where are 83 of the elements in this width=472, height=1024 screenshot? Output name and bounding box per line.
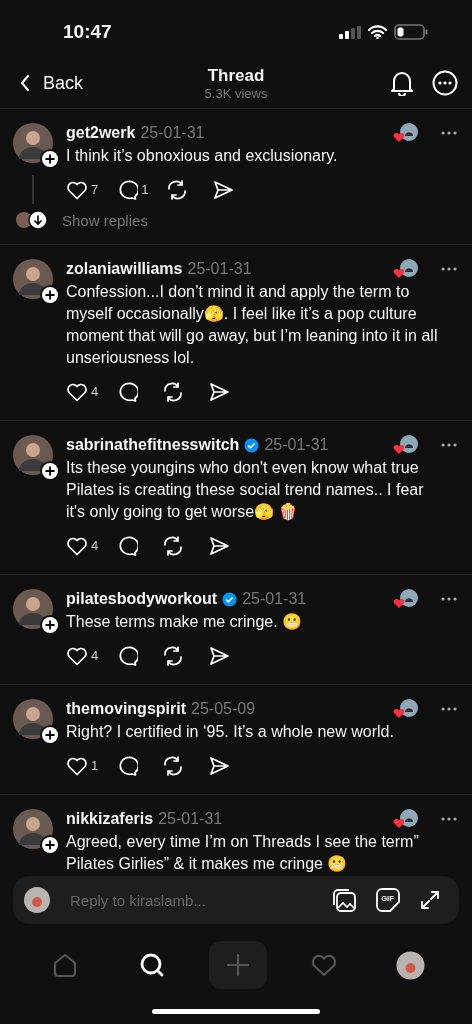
create-button[interactable] bbox=[209, 941, 267, 989]
reply-input-field[interactable]: Reply to kiraslamb... bbox=[68, 890, 313, 910]
wifi-icon bbox=[368, 25, 387, 39]
follow-plus-icon[interactable] bbox=[40, 461, 60, 481]
author-liked-icon bbox=[393, 808, 419, 830]
more-options-icon[interactable] bbox=[440, 266, 458, 272]
follow-plus-icon[interactable] bbox=[40, 285, 60, 305]
heart-icon bbox=[66, 535, 88, 556]
more-options-icon[interactable] bbox=[440, 816, 458, 822]
show-replies-link[interactable]: Show replies bbox=[62, 211, 148, 229]
reply-button[interactable]: 1 bbox=[116, 175, 153, 204]
heart-icon bbox=[66, 645, 88, 666]
username[interactable]: zolaniawilliams bbox=[66, 260, 183, 278]
follow-plus-icon[interactable] bbox=[40, 615, 60, 635]
plus-icon bbox=[225, 952, 251, 978]
post-text: I think it’s obnoxious and exclusionary. bbox=[66, 146, 339, 166]
heart-icon bbox=[66, 755, 88, 776]
avatar[interactable] bbox=[13, 699, 53, 739]
post-date: 25-01-31 bbox=[242, 590, 307, 608]
post-date: 25-01-31 bbox=[264, 436, 329, 454]
expand-icon[interactable] bbox=[419, 889, 441, 911]
photo-gallery-icon[interactable] bbox=[331, 887, 357, 913]
avatar[interactable] bbox=[13, 259, 53, 299]
send-icon bbox=[208, 645, 231, 666]
back-button[interactable]: Back bbox=[20, 72, 84, 94]
avatar[interactable] bbox=[13, 589, 53, 629]
author-liked-icon bbox=[393, 698, 419, 720]
send-icon bbox=[208, 381, 231, 402]
post-text: Right? I certified in ‘95. It’s a whole new world. bbox=[66, 722, 395, 742]
signal-icon bbox=[339, 25, 361, 39]
post-text: These terms make me cringe. 😬 bbox=[66, 612, 304, 632]
follow-plus-icon[interactable] bbox=[40, 835, 60, 855]
more-options-icon[interactable] bbox=[432, 70, 458, 96]
more-options-icon[interactable] bbox=[440, 596, 458, 602]
author-liked-icon bbox=[393, 258, 419, 280]
send-icon bbox=[208, 535, 231, 556]
follow-plus-icon[interactable] bbox=[40, 149, 60, 169]
like-button[interactable]: 4 bbox=[66, 641, 103, 670]
profile-avatar[interactable] bbox=[396, 950, 426, 980]
post-date: 25-01-31 bbox=[140, 124, 205, 142]
username[interactable]: themovingspirit bbox=[66, 700, 186, 718]
avatar[interactable] bbox=[13, 435, 53, 475]
author-liked-icon bbox=[393, 434, 419, 456]
username[interactable]: pilatesbodyworkout bbox=[66, 590, 218, 608]
notification-bell-icon[interactable] bbox=[390, 70, 414, 96]
follow-plus-icon[interactable] bbox=[40, 725, 60, 745]
repost-icon bbox=[162, 535, 185, 556]
post-text: Confession...I don’t mind it and apply the term to myself occasionally🫣. I feel like it’s a pop culture moment that will go away, but I’m leaning into it in all unseriousness lol. bbox=[66, 282, 439, 368]
post-date: 25-01-31 bbox=[187, 260, 252, 278]
battery-icon bbox=[394, 24, 428, 40]
send-icon bbox=[212, 179, 235, 200]
avatar bbox=[24, 887, 50, 913]
like-button[interactable]: 1 bbox=[66, 751, 103, 780]
author-liked-icon bbox=[393, 588, 419, 610]
like-button[interactable]: 4 bbox=[66, 531, 103, 560]
like-button[interactable]: 4 bbox=[66, 377, 103, 406]
like-button[interactable]: 7 bbox=[66, 175, 103, 204]
post-text: Its these youngins who don't even know what true Pilates is creating these social trend names.. I fear it's only going to get worse🫣 🍿 bbox=[66, 458, 425, 522]
username[interactable]: nikkizaferis bbox=[66, 810, 154, 828]
post-date: 25-01-31 bbox=[158, 810, 223, 828]
post-text: Agreed, every time I’m on Threads I see the term” Pilates Girlies” & it makes me cringe 😬 bbox=[66, 832, 420, 874]
more-options-icon[interactable] bbox=[440, 130, 458, 136]
repost-icon bbox=[162, 755, 185, 776]
post-date: 25-05-09 bbox=[191, 700, 256, 718]
replier-avatars-icon bbox=[15, 210, 49, 230]
author-liked-icon bbox=[393, 122, 419, 144]
heart-icon[interactable] bbox=[310, 952, 339, 978]
status-time: 10:47 bbox=[63, 21, 112, 43]
username[interactable]: get2werk bbox=[66, 124, 136, 142]
avatar[interactable] bbox=[13, 123, 53, 163]
username[interactable]: sabrinathefitnesswitch bbox=[66, 436, 240, 454]
send-icon bbox=[208, 755, 231, 776]
view-count: 5.3K views bbox=[204, 85, 268, 101]
more-options-icon[interactable] bbox=[440, 442, 458, 448]
heart-icon bbox=[66, 179, 88, 200]
chevron-left-icon bbox=[20, 74, 30, 92]
repost-icon bbox=[166, 179, 189, 200]
page-title: Thread bbox=[207, 65, 265, 86]
avatar[interactable] bbox=[13, 809, 53, 849]
more-options-icon[interactable] bbox=[440, 706, 458, 712]
repost-icon bbox=[162, 645, 185, 666]
repost-icon bbox=[162, 381, 185, 402]
heart-icon bbox=[66, 381, 88, 402]
